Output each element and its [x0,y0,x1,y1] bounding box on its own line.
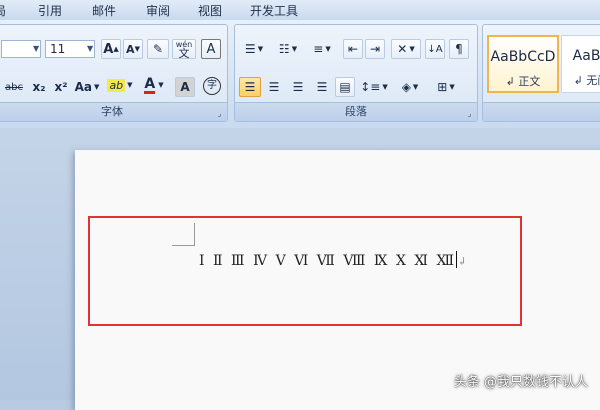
numbered-list-icon: ☷ [278,42,290,56]
style-normal[interactable]: AaBbCcD ↲ 正文 [487,35,559,93]
font-color-icon: A [144,75,156,94]
style-sample: AaBbCcD [490,49,556,65]
increase-indent-icon: ⇥ [369,42,381,56]
paragraph-dialog-launcher-icon[interactable]: ⌟ [465,109,474,118]
grow-arrow-icon: ▲ [113,45,119,53]
font-group: ▼ 11 ▼ A ▲ A ▼ ✎ wén 文 A abc x₂ x² Aa ▼ ab ▼ … [0,24,228,122]
increase-indent-button[interactable]: ⇥ [365,39,385,59]
show-marks-button[interactable]: ¶ [449,39,469,59]
font-name-dropdown-icon[interactable]: ▼ [33,44,39,53]
multilevel-list-icon: ≡ [313,42,324,56]
chevron-down-icon: ▼ [158,81,164,89]
multilevel-list-button[interactable]: ≡ ▼ [307,39,337,59]
align-left-button[interactable]: ☰ [239,77,261,97]
distributed-button[interactable]: ▤ [335,77,355,97]
align-center-button[interactable]: ☰ [263,77,285,97]
bullets-button[interactable]: ☰ ▼ [239,39,269,59]
eraser-icon: ✎ [152,42,164,56]
chevron-down-icon: ▼ [412,83,419,91]
menu-item-review[interactable]: 审阅 [146,2,170,19]
justify-icon: ☰ [316,80,328,94]
menu-item-view[interactable]: 视图 [198,2,222,19]
clear-format-button[interactable]: ✎ [147,39,169,59]
line-spacing-icon: ↕≡ [360,80,381,94]
line-spacing-button[interactable]: ↕≡ ▼ [359,77,389,97]
subscript-button[interactable]: x₂ [29,77,49,97]
chinese-layout-icon: ✕ [397,42,408,56]
shading-button[interactable]: ◈ ▼ [395,77,425,97]
char-shading-button[interactable]: A [175,77,195,97]
sort-button[interactable]: ↓A [425,39,445,59]
chevron-down-icon: ▼ [94,83,100,91]
change-case-button[interactable]: Aa ▼ [73,77,101,97]
styles-group-label [483,102,600,121]
decrease-indent-button[interactable]: ⇤ [343,39,363,59]
sort-az-icon: ↓A [427,43,443,55]
menu-item-mailings[interactable]: 邮件 [92,2,116,19]
superscript-button[interactable]: x² [51,77,71,97]
paint-bucket-icon: ◈ [401,80,411,94]
shrink-arrow-icon: ▼ [134,45,140,53]
style-no-spacing[interactable]: AaBb ↲ 无间 [561,35,600,93]
char-border-button[interactable]: A [201,39,221,59]
phonetic-guide-button[interactable]: wén 文 [172,39,196,59]
style-sample: AaBb [572,48,600,64]
chevron-down-icon: ▼ [257,45,264,53]
enclose-char-button[interactable]: 字 [201,76,223,96]
font-size-dropdown-icon[interactable]: ▼ [87,44,93,53]
font-color-button[interactable]: A ▼ [139,75,169,95]
paragraph-group: ☰ ▼ ☷ ▼ ≡ ▼ ⇤ ⇥ ✕ ▼ ↓A ¶ ☰ ☰ ☰ ☰ ▤ ↕≡ ▼ ◈ ▼ ⊞ ▼… [234,24,478,122]
paragraph-group-label: 段落 [235,102,477,121]
menu-item-start[interactable]: 局 [0,2,6,19]
chevron-down-icon: ▼ [409,45,415,53]
chevron-down-icon: ▼ [449,83,455,91]
menu-bar: 局 引用 邮件 审阅 视图 开发工具 [0,0,600,21]
chinese-layout-button[interactable]: ✕ ▼ [391,39,421,59]
align-right-button[interactable]: ☰ [287,77,309,97]
style-name: ↲ 无间 [573,74,600,87]
align-right-icon: ☰ [292,80,304,94]
strikethrough-button[interactable]: abc [1,77,27,97]
border-grid-icon: ⊞ [437,80,448,94]
style-name: ↲ 正文 [505,75,541,88]
distributed-icon: ▤ [339,80,351,94]
menu-item-references[interactable]: 引用 [38,2,62,19]
justify-button[interactable]: ☰ [311,77,333,97]
red-highlight-box [88,216,522,326]
chevron-down-icon: ▼ [382,83,388,91]
grow-font-button[interactable]: A ▲ [101,39,121,59]
highlighter-icon: ab [107,78,126,92]
menu-item-developer[interactable]: 开发工具 [250,2,298,19]
chevron-down-icon: ▼ [127,81,133,89]
font-group-label: 字体 [0,102,227,121]
text-highlight-button[interactable]: ab ▼ [105,75,135,95]
decrease-indent-icon: ⇤ [347,42,359,56]
styles-group: AaBbCcD ↲ 正文 AaBb ↲ 无间 [482,24,600,122]
enclose-char-icon: 字 [203,77,221,95]
align-left-icon: ☰ [244,80,256,94]
bullet-list-icon: ☰ [244,42,256,56]
chevron-down-icon: ▼ [291,45,298,53]
shrink-font-button[interactable]: A ▼ [123,39,143,59]
borders-button[interactable]: ⊞ ▼ [431,77,461,97]
paragraph-mark-icon: ¶ [455,42,463,56]
document-workspace: Ⅰ Ⅱ Ⅲ Ⅳ Ⅴ Ⅵ Ⅶ Ⅷ Ⅸ Ⅹ Ⅺ Ⅻ ↲ 头条 @我只数钱不认人 [0,128,600,410]
align-center-icon: ☰ [268,80,280,94]
font-dialog-launcher-icon[interactable]: ⌟ [215,109,224,118]
chevron-down-icon: ▼ [325,45,331,53]
ribbon: ▼ 11 ▼ A ▲ A ▼ ✎ wén 文 A abc x₂ x² Aa ▼ ab ▼ … [0,20,600,128]
watermark-text: 头条 @我只数钱不认人 [453,375,588,390]
numbering-button[interactable]: ☷ ▼ [273,39,303,59]
